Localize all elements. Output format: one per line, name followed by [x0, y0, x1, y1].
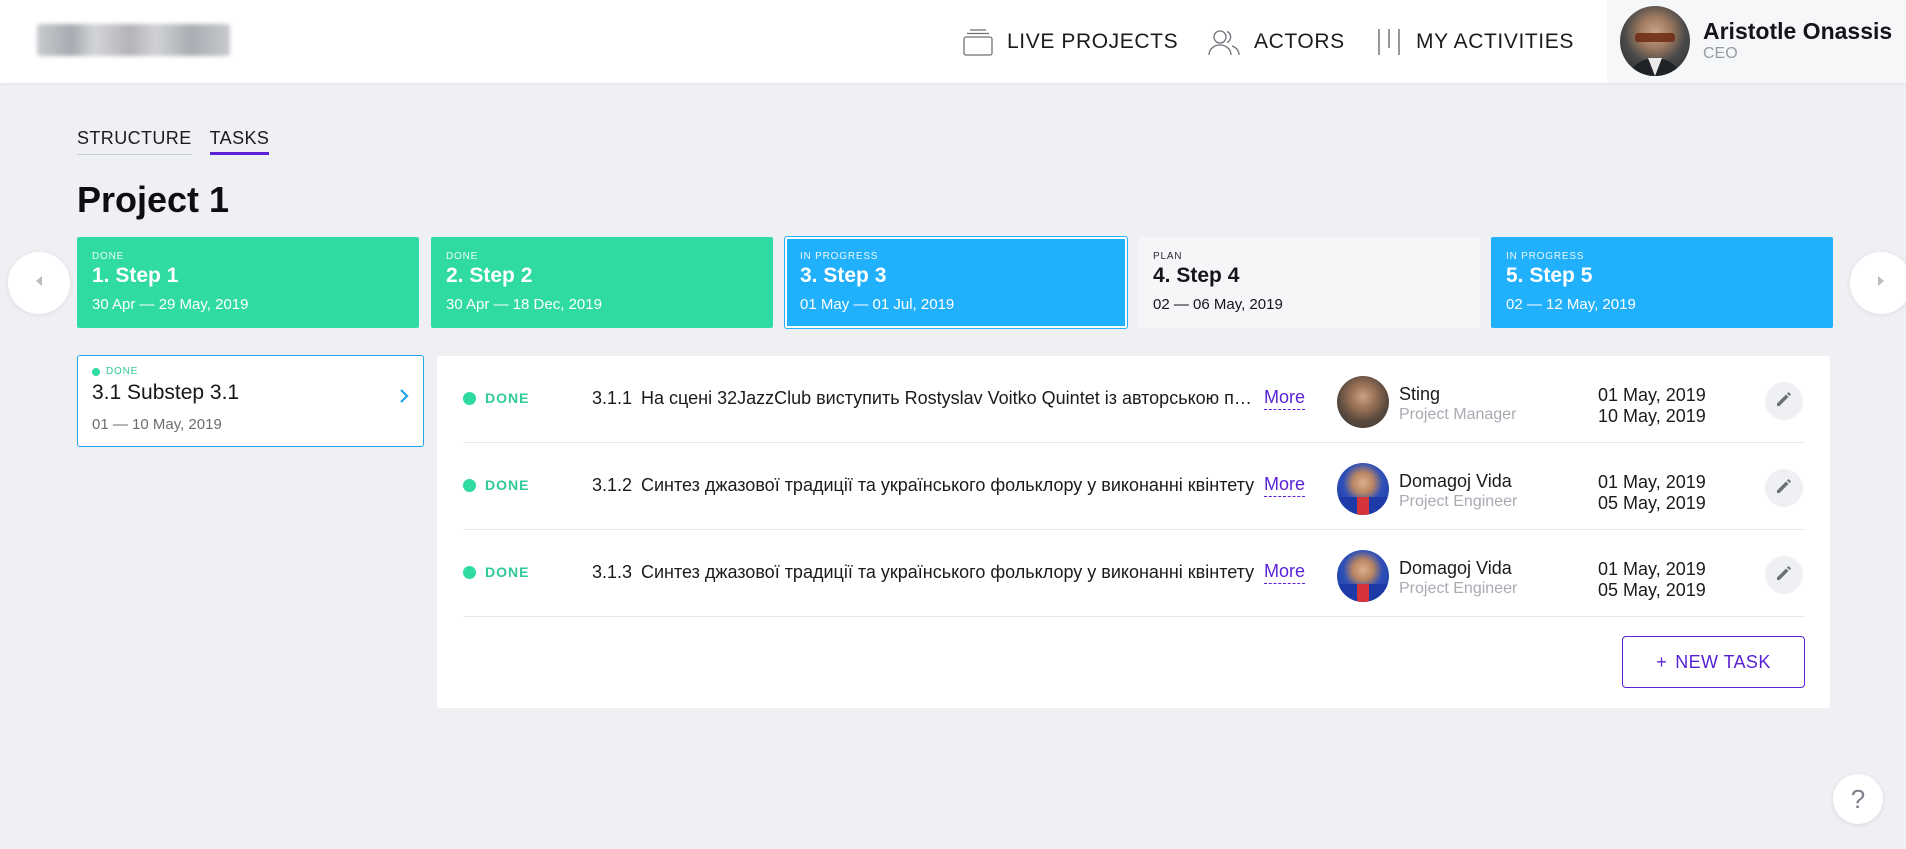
task-status: DONE — [463, 564, 529, 580]
task-row[interactable]: DONE 3.1.3 Синтез джазової традиції та у… — [463, 530, 1805, 617]
task-start-date: 01 May, 2019 — [1598, 472, 1706, 492]
status-dot-icon — [463, 565, 476, 579]
status-dot-icon — [463, 478, 476, 492]
step-title: 3. Step 3 — [800, 264, 887, 287]
user-name: Aristotle Onassis — [1703, 18, 1893, 44]
step-title: 2. Step 2 — [446, 264, 533, 287]
assignee-avatar — [1337, 376, 1389, 428]
assignee-name: Sting — [1399, 384, 1441, 404]
step-dates: 30 Apr — 29 May, 2019 — [92, 296, 249, 313]
task-end-date: 05 May, 2019 — [1598, 580, 1706, 600]
steps-next-button[interactable] — [1850, 252, 1906, 314]
task-status-label: DONE — [485, 477, 530, 493]
caret-left-icon — [34, 274, 44, 292]
app-logo[interactable] — [37, 24, 230, 56]
step-card-3[interactable]: IN PROGRESS 3. Step 3 01 May — 01 Jul, 2… — [785, 237, 1127, 328]
user-avatar[interactable] — [1620, 6, 1690, 76]
question-mark-icon: ? — [1850, 783, 1866, 814]
task-number: 3.1.3 — [592, 562, 633, 582]
nav-actors-label: ACTORS — [1254, 30, 1345, 53]
assignee-name: Domagoj Vida — [1399, 558, 1512, 578]
assignee-avatar — [1337, 463, 1389, 515]
top-header: LIVE PROJECTS ACTORS MY ACTIVITIES Arist… — [0, 0, 1906, 83]
step-card-2[interactable]: DONE 2. Step 2 30 Apr — 18 Dec, 2019 — [431, 237, 773, 328]
step-dates: 30 Apr — 18 Dec, 2019 — [446, 296, 602, 313]
step-dates: 02 — 06 May, 2019 — [1153, 296, 1283, 313]
edit-task-button[interactable] — [1765, 469, 1803, 507]
people-icon — [1208, 28, 1240, 56]
task-status-label: DONE — [485, 564, 530, 580]
assignee-role: Project Engineer — [1399, 493, 1518, 510]
projects-stack-icon — [963, 28, 993, 56]
task-description: Синтез джазової традиції та українського… — [641, 475, 1255, 495]
task-status: DONE — [463, 477, 529, 493]
task-end-date: 05 May, 2019 — [1598, 493, 1706, 513]
task-number: 3.1.2 — [592, 475, 633, 495]
step-title: 5. Step 5 — [1506, 264, 1593, 287]
assignee-role: Project Manager — [1399, 406, 1517, 423]
step-dates: 01 May — 01 Jul, 2019 — [800, 296, 955, 313]
assignee-avatar — [1337, 550, 1389, 602]
edit-task-button[interactable] — [1765, 556, 1803, 594]
task-more-link[interactable]: More — [1264, 387, 1306, 410]
tab-structure[interactable]: STRUCTURE — [77, 128, 192, 155]
step-card-5[interactable]: IN PROGRESS 5. Step 5 02 — 12 May, 2019 — [1491, 237, 1833, 328]
pencil-icon — [1775, 564, 1793, 587]
task-number: 3.1.1 — [592, 388, 633, 408]
new-task-button[interactable]: + NEW TASK — [1622, 636, 1805, 688]
tab-tasks[interactable]: TASKS — [209, 128, 270, 155]
task-description: Синтез джазової традиції та українського… — [641, 562, 1255, 582]
step-status: DONE — [92, 251, 125, 262]
status-dot-icon — [463, 391, 476, 405]
nav-live-projects-label: LIVE PROJECTS — [1007, 30, 1179, 53]
step-status: DONE — [446, 251, 479, 262]
status-dot-icon — [92, 367, 100, 376]
step-title: 4. Step 4 — [1153, 264, 1240, 287]
task-status-label: DONE — [485, 390, 530, 406]
nav-actors[interactable]: ACTORS — [1208, 22, 1345, 62]
substep-status-label: DONE — [106, 366, 139, 377]
task-more-link[interactable]: More — [1264, 561, 1306, 584]
pencil-icon — [1775, 477, 1793, 500]
page-title: Project 1 — [77, 179, 230, 220]
assignee-name: Domagoj Vida — [1399, 471, 1512, 491]
step-status: PLAN — [1153, 251, 1183, 262]
step-card-4[interactable]: PLAN 4. Step 4 02 — 06 May, 2019 — [1138, 237, 1480, 328]
assignee-role: Project Engineer — [1399, 580, 1518, 597]
task-start-date: 01 May, 2019 — [1598, 385, 1706, 405]
steps-prev-button[interactable] — [8, 252, 70, 314]
step-card-1[interactable]: DONE 1. Step 1 30 Apr — 29 May, 2019 — [77, 237, 419, 328]
task-row[interactable]: DONE 3.1.2 Синтез джазової традиції та у… — [463, 443, 1805, 530]
view-tabs: STRUCTURE TASKS — [77, 128, 270, 155]
task-more-link[interactable]: More — [1264, 474, 1306, 497]
edit-task-button[interactable] — [1765, 382, 1803, 420]
task-row[interactable]: DONE 3.1.1 На сцені 32JazzClub виступить… — [463, 356, 1805, 443]
caret-right-icon — [1876, 274, 1886, 292]
step-dates: 02 — 12 May, 2019 — [1506, 296, 1636, 313]
new-task-label: NEW TASK — [1675, 651, 1771, 672]
step-status: IN PROGRESS — [1506, 251, 1585, 262]
help-button[interactable]: ? — [1833, 774, 1883, 824]
task-start-date: 01 May, 2019 — [1598, 559, 1706, 579]
plus-icon: + — [1656, 651, 1668, 672]
nav-my-activities-label: MY ACTIVITIES — [1416, 30, 1574, 53]
user-profile[interactable]: Aristotle Onassis CEO — [1607, 0, 1906, 83]
chevron-right-icon — [399, 388, 409, 409]
pencil-icon — [1775, 390, 1793, 413]
nav-my-activities[interactable]: MY ACTIVITIES — [1376, 22, 1574, 62]
substep-dates: 01 — 10 May, 2019 — [92, 416, 222, 433]
substep-status: DONE — [92, 366, 409, 377]
step-status: IN PROGRESS — [800, 251, 879, 262]
substep-card[interactable]: DONE 3.1 Substep 3.1 01 — 10 May, 2019 — [77, 355, 424, 447]
step-title: 1. Step 1 — [92, 264, 179, 287]
task-end-date: 10 May, 2019 — [1598, 406, 1706, 426]
activity-bars-icon — [1376, 28, 1402, 56]
nav-live-projects[interactable]: LIVE PROJECTS — [963, 22, 1178, 62]
task-status: DONE — [463, 390, 529, 406]
task-description: На сцені 32JazzClub виступить Rostyslav … — [641, 388, 1261, 408]
tasks-panel: DONE 3.1.1 На сцені 32JazzClub виступить… — [437, 356, 1830, 708]
substep-title: 3.1 Substep 3.1 — [92, 381, 240, 404]
user-role: CEO — [1703, 45, 1738, 62]
